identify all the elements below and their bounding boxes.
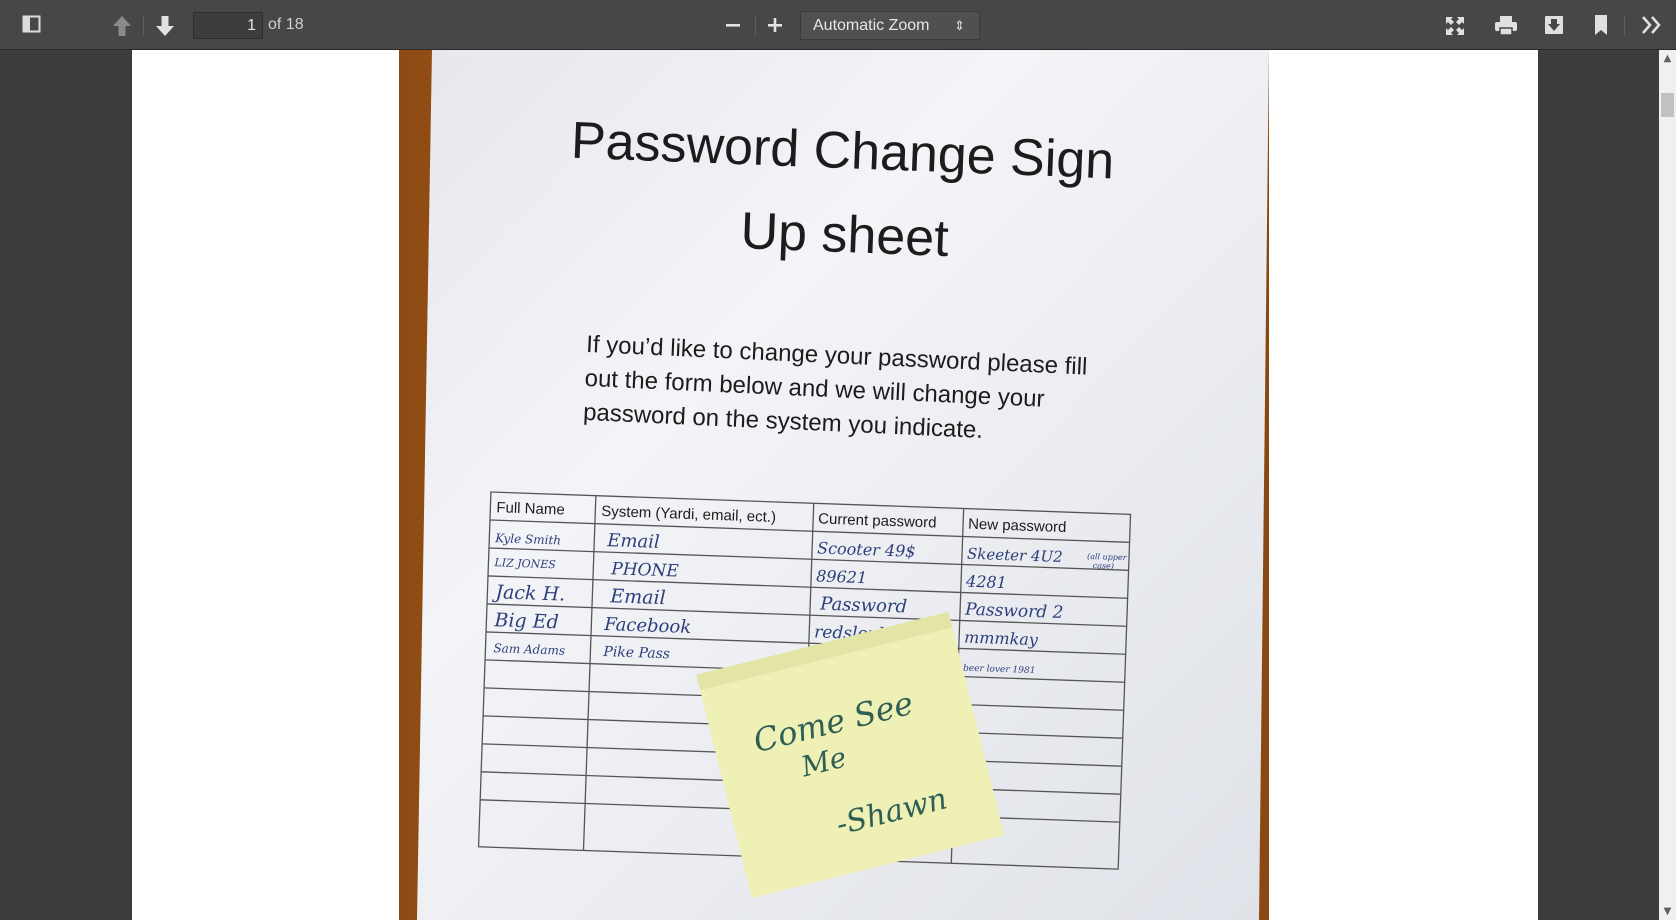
bookmark-icon[interactable] [1592, 14, 1610, 36]
printer-icon[interactable] [1494, 14, 1518, 36]
presentation-mode-icon[interactable] [1444, 15, 1466, 37]
side-note-line2: case) [1093, 561, 1115, 571]
row4-new: mmmkay [964, 628, 1039, 650]
row1-new: Skeeter 4U2 [967, 545, 1063, 566]
row2-name: LIZ JONES [493, 556, 556, 571]
vertical-scrollbar[interactable]: ▲ ▼ [1659, 50, 1676, 920]
sidebar-toggle-icon[interactable] [22, 15, 44, 35]
arrow-up-icon[interactable] [112, 15, 132, 37]
table-header-name: Full Name [496, 499, 565, 518]
toolbar: of 18 Automatic Zoom ⇕ [0, 0, 1676, 50]
table-header-new: New password [968, 516, 1067, 536]
row3-new: Password 2 [964, 600, 1064, 623]
page-count-label: of 18 [268, 16, 304, 33]
photo-password-sign: Password Change Sign Up sheet If you’d l… [399, 50, 1269, 920]
row2-system: PHONE [610, 559, 680, 581]
toolbar-separator [1624, 16, 1625, 36]
toolbar-separator [755, 16, 756, 36]
download-icon[interactable] [1544, 14, 1564, 36]
row1-name: Kyle Smith [494, 531, 561, 547]
arrow-down-icon[interactable] [155, 15, 175, 37]
zoom-select-value: Automatic Zoom [813, 17, 930, 34]
scroll-up-icon[interactable]: ▲ [1659, 50, 1676, 67]
row5-name: Sam Adams [493, 641, 565, 657]
row4-system: Facebook [603, 614, 692, 638]
page-number-input[interactable] [193, 12, 263, 39]
select-arrows-icon: ⇕ [954, 18, 965, 33]
row3-current: Password [819, 594, 908, 618]
scrollbar-thumb[interactable] [1661, 93, 1674, 117]
row4-name: Big Ed [493, 609, 559, 633]
plus-icon[interactable] [764, 14, 786, 36]
scroll-down-icon[interactable]: ▼ [1659, 903, 1676, 920]
photo-graphic: Password Change Sign Up sheet If you’d l… [399, 50, 1269, 920]
sign-title-line2: Up sheet [740, 202, 951, 268]
toolbar-separator [143, 16, 144, 36]
row2-current: 89621 [816, 566, 868, 587]
zoom-select[interactable]: Automatic Zoom ⇕ [800, 11, 980, 40]
row3-name: Jack H. [491, 581, 565, 606]
row1-system: Email [606, 530, 660, 553]
minus-icon[interactable] [722, 14, 744, 36]
row2-new: 4281 [965, 572, 1007, 592]
row5-system: Pike Pass [602, 644, 670, 662]
row1-current: Scooter 49$ [817, 538, 916, 560]
row3-system: Email [609, 585, 666, 609]
double-chevron-right-icon[interactable] [1640, 13, 1664, 37]
